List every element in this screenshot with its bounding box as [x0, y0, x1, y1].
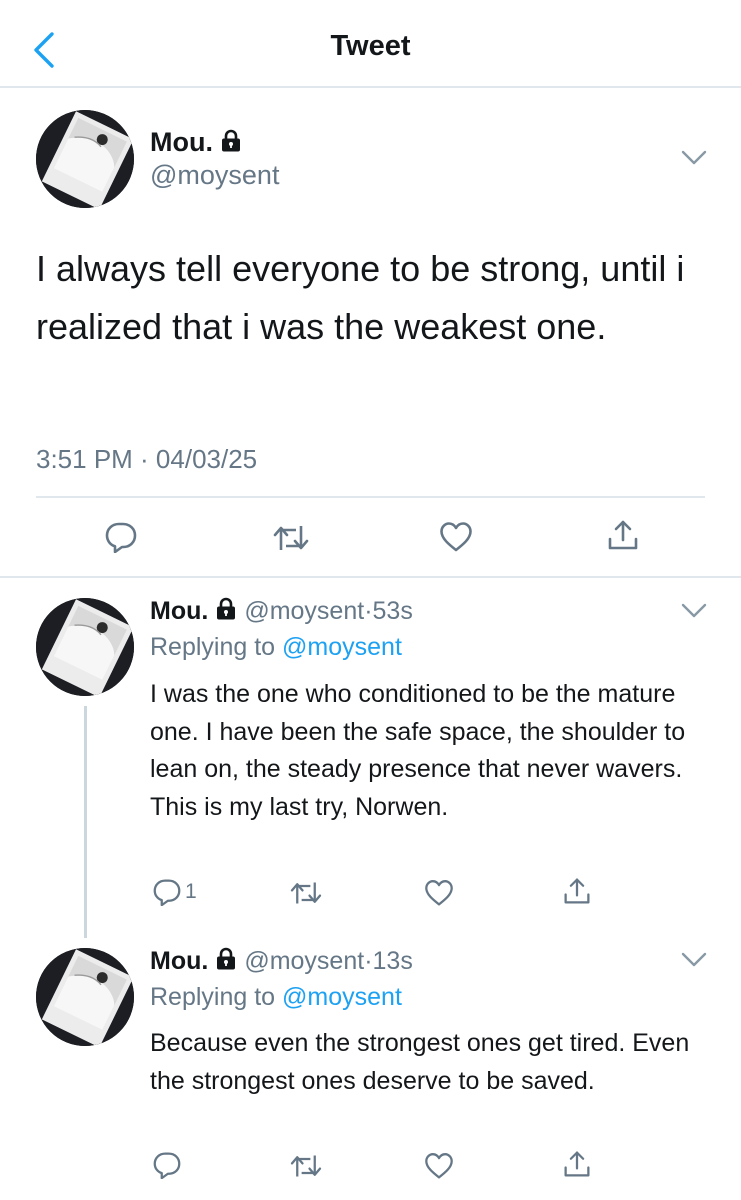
author-handle[interactable]: @moysent: [150, 160, 279, 191]
share-icon: [607, 519, 639, 551]
reply-icon: [153, 1151, 181, 1179]
navigation-bar: Tweet: [0, 0, 741, 88]
reply-text: I was the one who conditioned to be the …: [150, 680, 686, 821]
chevron-down-icon[interactable]: [681, 603, 707, 619]
author-handle[interactable]: @moysent: [244, 597, 364, 625]
retweet-button[interactable]: [290, 1152, 322, 1180]
like-button[interactable]: [424, 1152, 454, 1180]
reply-icon: [105, 521, 137, 553]
author-name[interactable]: Mou.: [150, 947, 208, 975]
avatar[interactable]: [36, 598, 134, 696]
share-icon: [563, 877, 591, 905]
separator: ·: [364, 947, 373, 975]
tweet-timestamp[interactable]: 3:51 PM · 04/03/25: [36, 444, 257, 475]
author-name[interactable]: Mou.: [150, 597, 208, 625]
replying-to: Replying to @moysent: [150, 633, 402, 662]
share-button[interactable]: [563, 877, 591, 905]
like-icon: [439, 521, 473, 553]
author-name[interactable]: Mou.: [150, 127, 243, 158]
avatar[interactable]: [36, 110, 134, 208]
retweet-icon: [290, 879, 322, 907]
chevron-down-icon[interactable]: [681, 952, 707, 968]
reply-time[interactable]: 13s: [373, 947, 413, 975]
tweet-text: I always tell everyone to be strong, unt…: [36, 248, 685, 347]
reply-count: 1: [185, 880, 197, 903]
lock-icon: [219, 128, 243, 152]
reply-header: Mou. @moysent·13s: [150, 946, 413, 976]
retweet-button[interactable]: [290, 879, 322, 907]
lock-icon: [214, 946, 238, 970]
reply-time[interactable]: 53s: [373, 597, 413, 625]
divider: [36, 496, 705, 498]
page-title: Tweet: [330, 30, 411, 62]
replying-to-link[interactable]: @moysent: [282, 633, 402, 661]
retweet-button[interactable]: [273, 522, 309, 554]
replying-to-label: Replying to: [150, 633, 283, 661]
like-button[interactable]: [439, 521, 473, 553]
reply-button[interactable]: [153, 1151, 181, 1179]
share-button[interactable]: [563, 1150, 591, 1178]
replying-to-label: Replying to: [150, 983, 283, 1011]
thread-line: [84, 706, 87, 938]
like-icon: [424, 1152, 454, 1180]
chevron-down-icon[interactable]: [681, 150, 707, 166]
avatar[interactable]: [36, 948, 134, 1046]
author-name-text: Mou.: [150, 127, 213, 157]
separator: ·: [364, 597, 373, 625]
like-icon: [424, 879, 454, 907]
retweet-icon: [273, 522, 309, 554]
author-handle[interactable]: @moysent: [244, 947, 364, 975]
retweet-icon: [290, 1152, 322, 1180]
like-button[interactable]: [424, 879, 454, 907]
divider: [0, 576, 741, 578]
reply-button[interactable]: 1: [153, 878, 197, 906]
share-button[interactable]: [607, 519, 639, 551]
lock-icon: [214, 596, 238, 620]
reply-icon: [153, 878, 181, 906]
reply-header: Mou. @moysent·53s: [150, 596, 413, 626]
replying-to-link[interactable]: @moysent: [282, 983, 402, 1011]
share-icon: [563, 1150, 591, 1178]
replying-to: Replying to @moysent: [150, 983, 402, 1012]
reply-text: Because even the strongest ones get tire…: [150, 1029, 690, 1095]
reply-button[interactable]: [105, 521, 137, 553]
